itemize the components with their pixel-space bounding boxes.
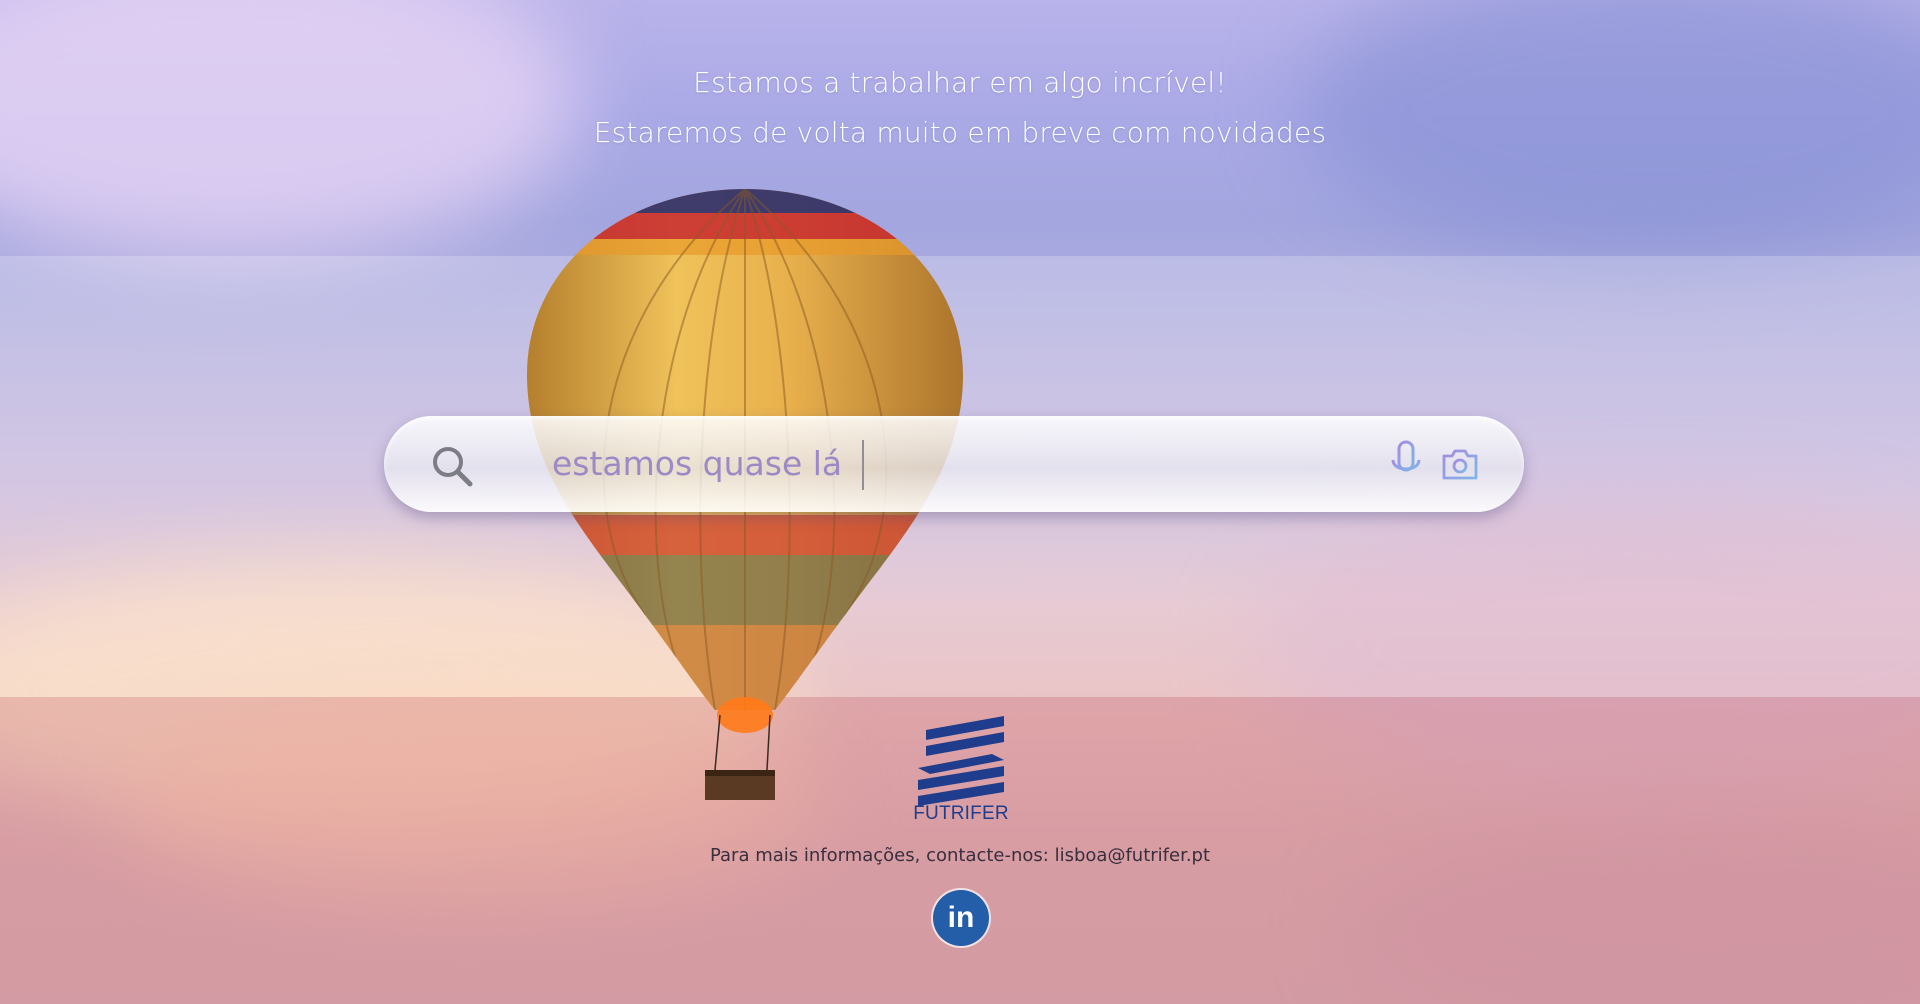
text-caret: [862, 440, 864, 490]
linkedin-label: in: [947, 901, 975, 934]
headline-line-1: Estamos a trabalhar em algo incrível!: [693, 66, 1227, 99]
search-icon[interactable]: [430, 444, 474, 488]
search-input[interactable]: estamos quase lá: [552, 438, 842, 490]
microphone-icon[interactable]: [1388, 440, 1424, 488]
contact-prefix: Para mais informações, contacte-nos:: [709, 845, 1049, 866]
headline-line-2: Estaremos de volta muito em breve com no…: [593, 116, 1327, 149]
contact-email-link[interactable]: lisboa@futrifer.pt: [1055, 845, 1210, 866]
linkedin-icon[interactable]: in: [933, 890, 989, 946]
camera-icon[interactable]: [1440, 446, 1480, 482]
brand-name: FUTRIFER: [913, 803, 1009, 824]
futrifer-logo: [918, 716, 1004, 806]
headline: Estamos a trabalhar em algo incrível! Es…: [0, 58, 1920, 158]
search-bar[interactable]: estamos quase lá: [384, 416, 1524, 512]
contact-line: Para mais informações, contacte-nos: lis…: [0, 845, 1920, 866]
